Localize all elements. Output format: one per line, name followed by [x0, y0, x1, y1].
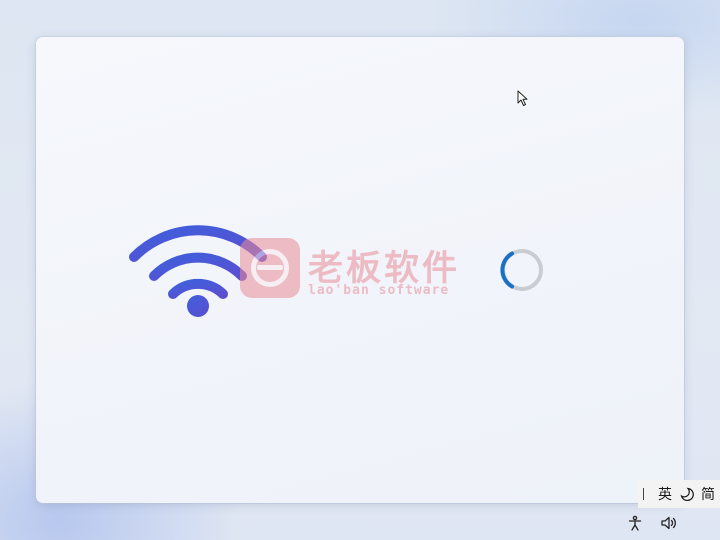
ime-drag-handle[interactable] [643, 488, 644, 500]
accessibility-icon[interactable] [627, 515, 643, 531]
ime-toolbar: 英 简 [638, 480, 720, 508]
mouse-pointer-icon [517, 90, 528, 106]
ime-mode-toggle[interactable]: 英 [656, 484, 674, 504]
loading-spinner-icon [500, 249, 543, 291]
ime-script-toggle[interactable]: 简 [699, 484, 717, 504]
watermark-logo-icon [240, 238, 300, 298]
watermark: 老板软件 lao'ban software [240, 238, 490, 302]
moon-icon[interactable] [677, 484, 697, 504]
volume-icon[interactable] [660, 515, 678, 531]
watermark-name-en: lao'ban software [308, 283, 450, 298]
